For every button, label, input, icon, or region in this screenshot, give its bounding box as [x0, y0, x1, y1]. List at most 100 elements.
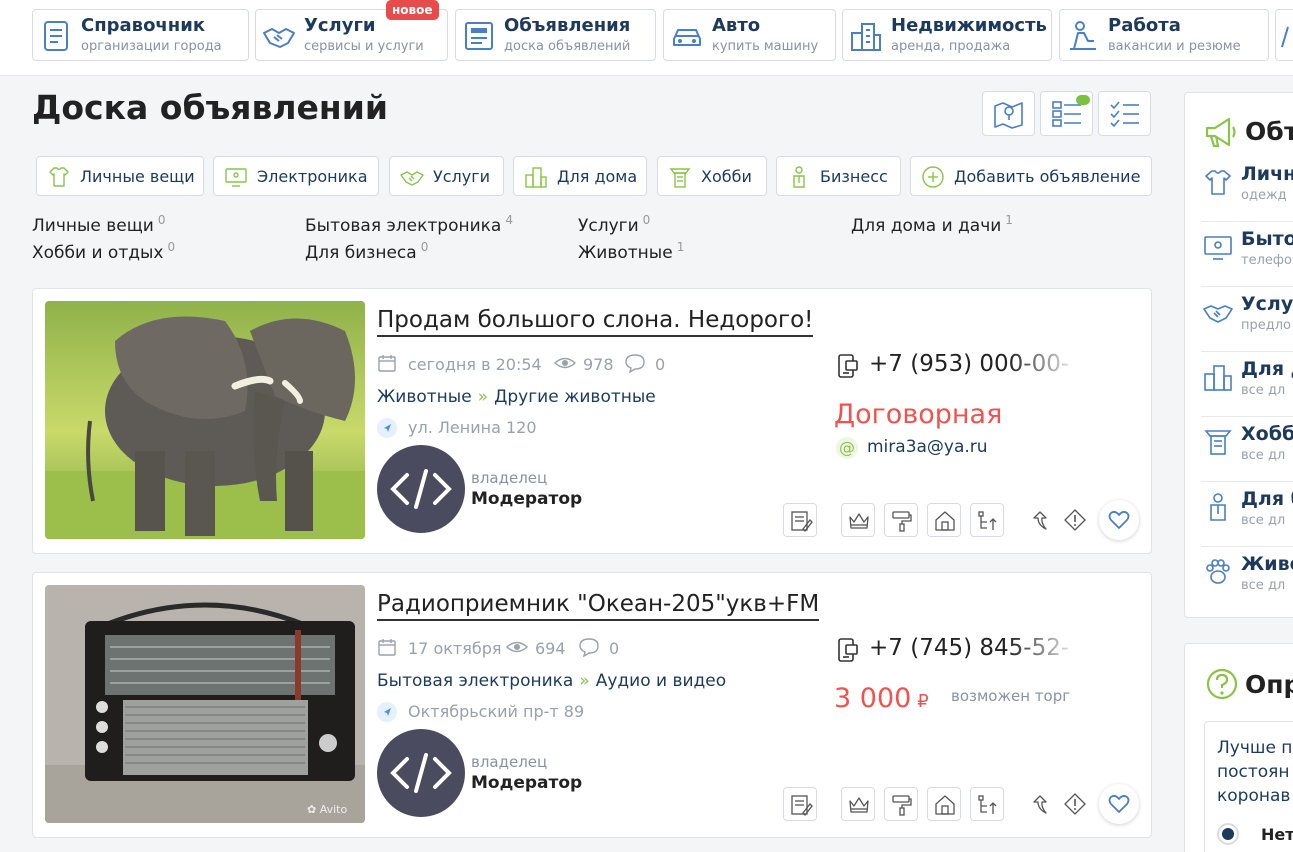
checklist-view-icon — [1110, 101, 1139, 128]
category-link[interactable]: Бытовая электроника 4 — [305, 213, 513, 236]
sidebar-item-desc: предло — [1241, 318, 1292, 333]
category-link[interactable]: Для бизнеса 0 — [305, 240, 428, 263]
category-count: 0 — [420, 240, 429, 254]
subcategory-link[interactable]: Другие животные — [494, 387, 656, 407]
price-unit: ₽ — [917, 691, 929, 712]
sidebar-item-personal[interactable]: Личн одежд — [1201, 157, 1293, 222]
phone-icon — [838, 354, 858, 378]
category-services[interactable]: Услуги — [389, 156, 504, 196]
category-home[interactable]: Для дома — [513, 156, 647, 196]
share-button[interactable] — [1023, 503, 1057, 537]
listing-date: 17 октября — [408, 639, 502, 658]
sidebar-item-business[interactable]: Для б все дл — [1201, 482, 1293, 547]
code-icon — [390, 469, 452, 509]
highlight-button[interactable] — [884, 503, 918, 537]
report-button[interactable] — [1058, 503, 1092, 537]
top-navigation: Справочник организации города Услуги сер… — [0, 0, 1293, 76]
category-count: 0 — [157, 213, 166, 227]
vip-button[interactable] — [841, 503, 875, 537]
owner-avatar[interactable] — [377, 445, 465, 533]
category-link[interactable]: Личные вещи 0 — [32, 213, 165, 236]
eye-icon — [553, 357, 577, 369]
subcategory-link[interactable]: Аудио и видео — [596, 671, 726, 691]
category-link[interactable]: Услуги 0 — [578, 213, 650, 236]
car-icon — [673, 29, 701, 46]
nav-jobs[interactable]: Работа вакансии и резюме — [1059, 9, 1269, 61]
category-link-label: Хобби и отдых — [32, 243, 164, 263]
map-view-button[interactable] — [982, 91, 1035, 136]
monitor-icon — [225, 168, 247, 187]
category-label: Личные вещи — [80, 167, 195, 186]
nav-ads[interactable]: Объявления доска объявлений — [455, 9, 656, 61]
raise-button[interactable] — [970, 787, 1004, 821]
category-personal[interactable]: Личные вещи — [36, 156, 204, 196]
share-button[interactable] — [1023, 787, 1057, 821]
raise-button[interactable] — [970, 503, 1004, 537]
sidebar-item-name: Хобб — [1241, 423, 1293, 445]
edit-listing-button[interactable] — [783, 787, 817, 821]
poll-radio[interactable] — [1217, 823, 1239, 845]
category-link[interactable]: Бытовая электроника — [377, 671, 573, 691]
email-text: mira3a@ya.ru — [867, 437, 988, 457]
sidebar-item-name: Для б — [1241, 488, 1293, 510]
listing-views: 978 — [583, 355, 614, 374]
poll-option-label: Нет — [1261, 825, 1293, 844]
listing-title[interactable]: Продам большого слона. Недорого! — [377, 305, 814, 337]
add-listing-button[interactable]: Добавить объявление — [910, 156, 1152, 196]
favorite-button[interactable] — [1099, 500, 1139, 540]
owner-avatar[interactable] — [377, 729, 465, 817]
handshake-icon — [400, 171, 424, 186]
edit-listing-button[interactable] — [783, 503, 817, 537]
highlight-button[interactable] — [884, 787, 918, 821]
category-link[interactable]: Для дома и дачи 1 — [851, 213, 1013, 236]
tshirt-icon — [1205, 170, 1231, 195]
category-business[interactable]: Бизнесс — [776, 156, 901, 196]
listing-title[interactable]: Радиоприемник "Океан-205"укв+FM — [377, 589, 820, 621]
listing-photo-radio[interactable]: ✿ Avito — [45, 585, 365, 823]
nav-title: Справочник — [81, 15, 206, 36]
sidebar-item-services[interactable]: Услу предло — [1201, 287, 1293, 352]
category-link-label: Животные — [578, 243, 673, 263]
poll-question-line: постоян — [1217, 762, 1290, 782]
owner-role: владелец — [471, 469, 548, 487]
category-hobby[interactable]: Хобби — [657, 156, 767, 196]
sidebar-item-electronics[interactable]: Быто телефо — [1201, 222, 1293, 287]
poll-question-line: Лучше п — [1217, 738, 1293, 758]
category-label: Бизнесс — [820, 167, 888, 186]
owner-name[interactable]: Модератор — [471, 773, 582, 793]
share-icon — [1033, 511, 1047, 530]
sidebar-item-home[interactable]: Для д все дл — [1201, 352, 1293, 417]
sidebar-item-desc: телефо — [1241, 253, 1292, 268]
category-count: 4 — [505, 213, 513, 227]
category-electronics[interactable]: Электроника — [213, 156, 379, 196]
nav-realestate[interactable]: Недвижимость аренда, продажа — [842, 9, 1052, 61]
listing-photo-elephant[interactable] — [45, 301, 365, 539]
listing-views: 694 — [535, 639, 566, 658]
home-page-button[interactable] — [927, 503, 961, 537]
nav-title: Недвижимость — [891, 15, 1047, 36]
nav-more[interactable] — [1275, 9, 1293, 61]
nav-directory[interactable]: Справочник организации города — [32, 9, 249, 61]
home-page-button[interactable] — [927, 787, 961, 821]
handshake-icon — [1203, 305, 1233, 323]
hobby-icon — [1204, 430, 1232, 455]
category-link[interactable]: Хобби и отдых 0 — [32, 240, 175, 263]
category-link[interactable]: Животные 1 — [578, 240, 684, 263]
vip-button[interactable] — [841, 787, 875, 821]
crown-icon — [849, 797, 869, 813]
home-icon — [935, 795, 955, 815]
category-link[interactable]: Животные — [377, 387, 472, 407]
bargain-note: возможен торг — [951, 687, 1071, 705]
location-icon — [377, 418, 397, 438]
new-badge: новое — [386, 0, 439, 20]
owner-name[interactable]: Модератор — [471, 489, 582, 509]
nav-subtitle: доска объявлений — [504, 39, 631, 54]
checklist-view-button[interactable] — [1098, 91, 1151, 136]
category-label: Для дома — [557, 167, 638, 186]
nav-auto[interactable]: Авто купить машину — [663, 9, 836, 61]
sidebar-item-hobby[interactable]: Хобб все дл — [1201, 417, 1293, 482]
sidebar-item-animals[interactable]: Живо все дл — [1201, 547, 1293, 612]
favorite-button[interactable] — [1099, 784, 1139, 824]
radio-image: ✿ Avito — [45, 585, 365, 823]
report-button[interactable] — [1058, 787, 1092, 821]
